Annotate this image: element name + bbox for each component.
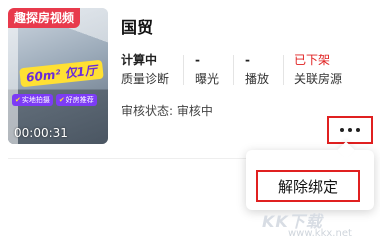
video-thumbnail[interactable]: 趣探房视频 60m² 仅1厅 ✔实地拍摄 ✔好房推荐 00:00:31 [8,8,108,144]
listing-title: 国贸 [121,18,154,37]
stat-value: 已下架 [294,53,331,67]
stat-exposure: - 曝光 [195,53,219,86]
stat-label: 关联房源 [294,72,343,86]
check-icon: ✔ [58,96,65,104]
feature-chip-label: 好房推荐 [65,96,94,104]
stat-label: 播放 [245,72,270,86]
stat-divider [233,55,234,85]
unbind-menu-item[interactable]: 解除绑定 [256,170,360,202]
more-icon [348,128,352,132]
stat-label: 质量诊断 [121,72,170,86]
review-label: 审核状态: [121,104,174,118]
stat-value: - [195,53,200,67]
more-options-button[interactable] [327,116,373,144]
review-status: 审核状态: 审核中 [121,102,213,119]
stat-value: - [245,53,250,67]
review-value: 审核中 [176,104,213,118]
check-icon: ✔ [15,96,21,104]
stat-divider [283,55,284,85]
more-icon [356,128,360,132]
stat-plays: - 播放 [245,53,269,86]
stat-label: 曝光 [195,72,220,86]
more-menu-popup: 解除绑定 [246,141,374,210]
video-tag: 趣探房视频 [8,8,81,28]
watermark-url: www.kkx.net [288,228,352,239]
stat-linked-listing[interactable]: 已下架 关联房源 [294,53,342,86]
stat-value: 计算中 [121,53,158,67]
stat-quality: 计算中 质量诊断 [121,53,169,86]
feature-chip: ✔好房推荐 [55,94,97,106]
feature-chips: ✔实地拍摄 ✔好房推荐 [12,94,97,106]
more-icon [340,128,344,132]
feature-chip-label: 实地拍摄 [21,96,50,104]
stat-divider [183,55,184,85]
video-card[interactable]: 趣探房视频 60m² 仅1厅 ✔实地拍摄 ✔好房推荐 00:00:31 国贸 计… [0,0,380,160]
feature-chip: ✔实地拍摄 [12,94,53,106]
video-duration: 00:00:31 [14,126,68,140]
